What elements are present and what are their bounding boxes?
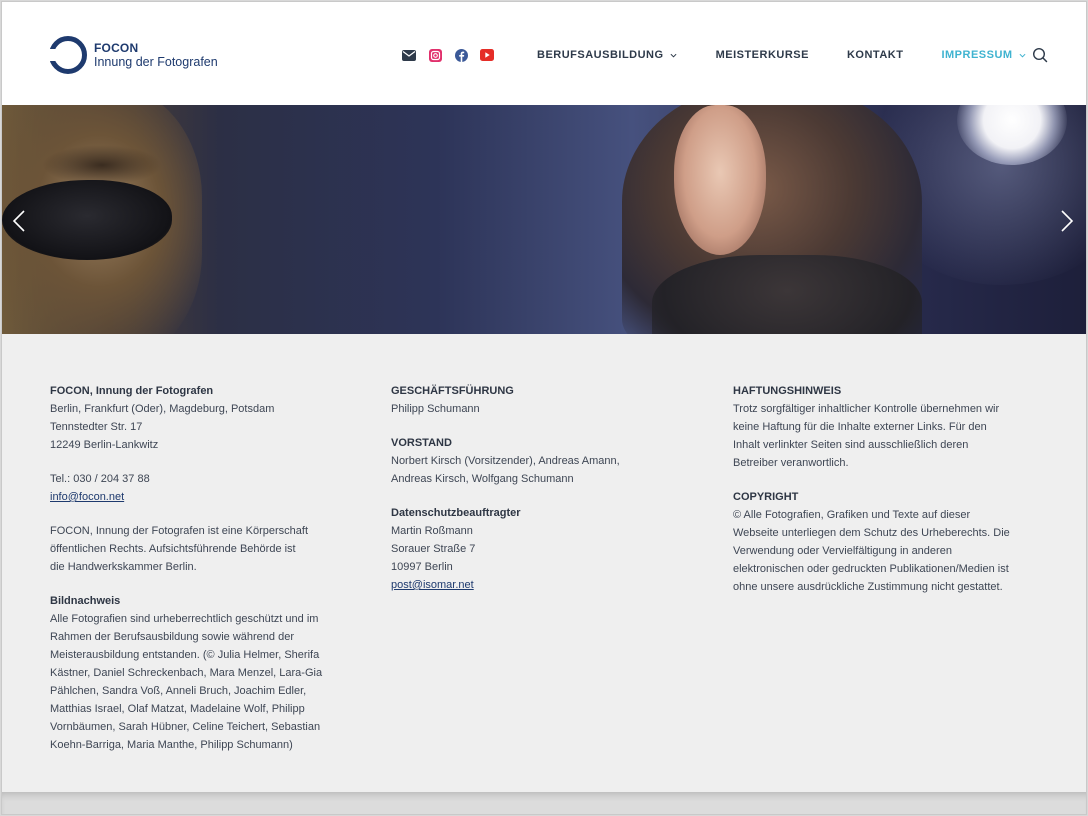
main-nav: BERUFSAUSBILDUNG MEISTERKURSE KONTAKT IM… (537, 48, 1026, 62)
footer-column-legal: HAFTUNGSHINWEIS Trotz sorgfältiger inhal… (733, 382, 1043, 596)
credits-line: Alle Fotografien sind urheberrechtlich g… (50, 613, 319, 625)
privacy-street: Sorauer Straße 7 (391, 543, 476, 555)
slide-image-woman-face (674, 105, 766, 255)
liability-line: Trotz sorgfältiger inhaltlicher Kontroll… (733, 403, 1000, 415)
slide-image-sunglasses (2, 180, 172, 260)
page-bottom-edge (2, 792, 1086, 814)
credits-line: Matthias Israel, Olaf Matzat, Madelaine … (50, 703, 305, 715)
instagram-icon[interactable] (428, 48, 442, 62)
logo-subtitle: Innung der Fotografen (94, 55, 218, 69)
focon-ring-icon (47, 36, 87, 74)
site-logo[interactable]: FOCON Innung der Fotografen (47, 34, 218, 76)
org-street: Tennstedter Str. 17 (50, 421, 143, 433)
nav-item-label: IMPRESSUM (941, 49, 1013, 61)
nav-item-kontakt[interactable]: KONTAKT (847, 49, 903, 61)
nav-item-impressum[interactable]: IMPRESSUM (941, 49, 1026, 61)
copyright-line: © Alle Fotografien, Grafiken und Texte a… (733, 509, 971, 521)
board-title: VORSTAND (391, 437, 452, 449)
youtube-icon[interactable] (480, 48, 494, 62)
privacy-name: Martin Roßmann (391, 525, 473, 537)
chevron-down-icon (670, 53, 677, 58)
org-info-line: öffentlichen Rechts. Aufsichtsführende B… (50, 543, 296, 555)
slide-image-detail (42, 145, 162, 185)
org-info-line: die Handwerkskammer Berlin. (50, 561, 197, 573)
management-title: GESCHÄFTSFÜHRUNG (391, 385, 514, 397)
footer-column-contact: FOCON, Innung der Fotografen Berlin, Fra… (50, 382, 350, 754)
nav-item-berufsausbildung[interactable]: BERUFSAUSBILDUNG (537, 49, 677, 61)
nav-item-label: MEISTERKURSE (715, 49, 809, 61)
credits-line: Rahmen der Berufsausbildung sowie währen… (50, 631, 294, 643)
management-name: Philipp Schumann (391, 403, 480, 415)
privacy-title: Datenschutzbeauftragter (391, 507, 521, 519)
copyright-line: Webseite unterliegen dem Schutz des Urhe… (733, 527, 1010, 539)
credits-line: Kästner, Daniel Schreckenbach, Mara Menz… (50, 667, 323, 679)
org-info-line: FOCON, Innung der Fotografen ist eine Kö… (50, 525, 309, 537)
credits-line: Pählchen, Sandra Voß, Anneli Bruch, Joac… (50, 685, 307, 697)
chevron-right-icon[interactable] (1060, 210, 1074, 232)
org-zip-city: 12249 Berlin-Lankwitz (50, 439, 159, 451)
nav-item-label: BERUFSAUSBILDUNG (537, 49, 664, 61)
board-line: Norbert Kirsch (Vorsitzender), Andreas A… (391, 455, 620, 467)
liability-line: Betreiber veranwortlich. (733, 457, 849, 469)
copyright-line: ohne unsere ausdrückliche Zustimmung nic… (733, 581, 1003, 593)
liability-line: keine Haftung für die Inhalte externer L… (733, 421, 987, 433)
copyright-line: Verwendung oder Vervielfältigung in ande… (733, 545, 952, 557)
privacy-city: 10997 Berlin (391, 561, 453, 573)
footer-column-management: GESCHÄFTSFÜHRUNG Philipp Schumann VORSTA… (391, 382, 691, 594)
credits-title: Bildnachweis (50, 595, 121, 607)
nav-item-label: KONTAKT (846, 49, 904, 61)
search-icon[interactable] (1032, 47, 1048, 63)
slide-image-woman-body (652, 255, 922, 334)
org-title: FOCON, Innung der Fotografen (50, 385, 214, 397)
copyright-title: COPYRIGHT (733, 491, 799, 503)
credits-line: Vornbäumen, Sarah Hübner, Celine Teicher… (50, 721, 321, 733)
social-links (402, 48, 494, 62)
logo-name: FOCON (94, 41, 139, 55)
liability-title: HAFTUNGSHINWEIS (733, 385, 842, 397)
nav-item-meisterkurse[interactable]: MEISTERKURSE (716, 49, 809, 61)
credits-line: Koehn-Barriga, Maria Manthe, Philipp Sch… (50, 739, 293, 751)
mail-icon[interactable] (402, 48, 416, 62)
liability-line: Inhalt verlinkter Seiten sind ausschließ… (733, 439, 969, 451)
copyright-line: elektronischen oder gedruckten Publikati… (733, 563, 1009, 575)
credits-line: Meisterausbildung entstanden. (© Julia H… (50, 649, 320, 661)
chevron-left-icon[interactable] (12, 210, 26, 232)
privacy-email-link[interactable]: post@isomar.net (391, 579, 474, 591)
chevron-down-icon (1019, 53, 1026, 58)
org-email-link[interactable]: info@focon.net (50, 491, 124, 503)
hero-slider (2, 105, 1086, 334)
org-cities: Berlin, Frankfurt (Oder), Magdeburg, Pot… (50, 403, 275, 415)
browser-window: FOCON Innung der Fotografen BERUFSAUSBIL… (1, 1, 1087, 815)
org-phone: Tel.: 030 / 204 37 88 (50, 473, 150, 485)
board-line: Andreas Kirsch, Wolfgang Schumann (391, 473, 574, 485)
site-header: FOCON Innung der Fotografen BERUFSAUSBIL… (2, 2, 1086, 105)
site-footer: FOCON, Innung der Fotografen Berlin, Fra… (2, 334, 1086, 792)
facebook-icon[interactable] (454, 48, 468, 62)
